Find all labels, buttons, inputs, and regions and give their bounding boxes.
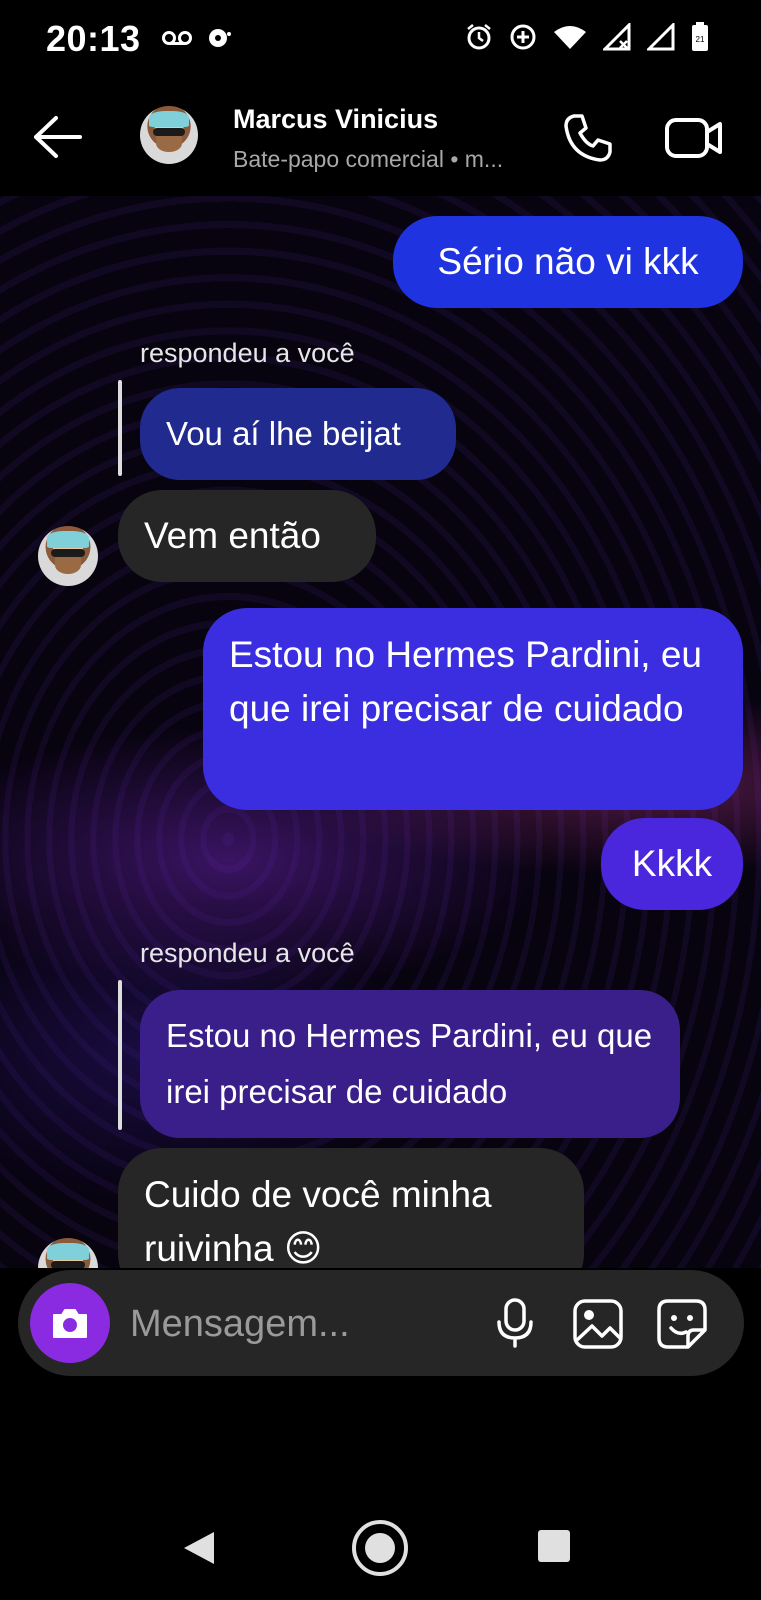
status-time: 20:13	[46, 18, 141, 59]
phone-icon	[564, 114, 612, 162]
contact-subtitle[interactable]: Bate-papo comercial • m...	[233, 146, 533, 173]
reply-indicator-bar	[118, 980, 122, 1130]
message-list[interactable]: Sério não vi kkk respondeu a você Vou aí…	[0, 196, 761, 1268]
circle-home-icon	[352, 1520, 408, 1576]
sticker-icon	[657, 1299, 707, 1349]
message-bubble-outgoing[interactable]: Kkkk	[601, 818, 743, 910]
sender-avatar[interactable]	[38, 1238, 98, 1268]
video-camera-icon	[665, 118, 722, 158]
message-bubble-outgoing[interactable]: Sério não vi kkk	[393, 216, 743, 308]
microphone-icon	[497, 1298, 533, 1348]
reply-indicator-bar	[118, 380, 122, 476]
headphones-notification-icon	[206, 26, 232, 50]
contact-avatar[interactable]	[140, 106, 198, 164]
voice-call-button[interactable]	[560, 110, 616, 166]
nav-back-button[interactable]	[180, 1528, 218, 1573]
data-saver-icon	[509, 23, 537, 51]
arrow-left-icon	[34, 116, 82, 158]
gallery-button[interactable]	[570, 1296, 626, 1352]
message-bubble-outgoing[interactable]: Estou no Hermes Pardini, eu que irei pre…	[203, 608, 743, 810]
status-left-icons	[162, 26, 232, 50]
battery-icon: 21	[691, 22, 709, 52]
wifi-icon	[553, 24, 587, 50]
nav-recents-button[interactable]	[538, 1530, 570, 1562]
back-button[interactable]	[30, 112, 86, 162]
message-bubble-incoming[interactable]: Vem então	[118, 490, 376, 582]
nav-home-button[interactable]	[350, 1518, 410, 1583]
sender-avatar[interactable]	[38, 526, 98, 586]
reply-label: respondeu a você	[140, 338, 355, 368]
status-bar: 20:13 21	[0, 0, 761, 80]
sticker-button[interactable]	[654, 1296, 710, 1352]
triangle-back-icon	[184, 1532, 214, 1564]
camera-icon	[53, 1309, 87, 1338]
reply-label: respondeu a você	[140, 938, 355, 968]
battery-level: 21	[696, 35, 705, 44]
video-call-button[interactable]	[664, 112, 724, 164]
message-bubble-incoming[interactable]: Cuido de você minha ruivinha 😊	[118, 1148, 584, 1268]
message-input[interactable]	[128, 1298, 472, 1350]
alarm-icon	[465, 23, 493, 51]
camera-button[interactable]	[30, 1283, 110, 1363]
signal-no-data-icon	[603, 23, 631, 51]
system-navigation-bar	[0, 1500, 761, 1600]
chat-header: Marcus Vinicius Bate-papo comercial • m.…	[0, 80, 761, 196]
voice-message-button[interactable]	[488, 1296, 542, 1350]
contact-name[interactable]: Marcus Vinicius	[233, 104, 438, 135]
voicemail-icon	[162, 29, 192, 47]
signal-icon	[647, 23, 675, 51]
status-right-icons: 21	[465, 22, 709, 52]
message-composer	[18, 1270, 744, 1376]
quoted-message[interactable]: Estou no Hermes Pardini, eu que irei pre…	[140, 990, 680, 1138]
image-icon	[573, 1299, 623, 1349]
quoted-message[interactable]: Vou aí lhe beijat	[140, 388, 456, 480]
